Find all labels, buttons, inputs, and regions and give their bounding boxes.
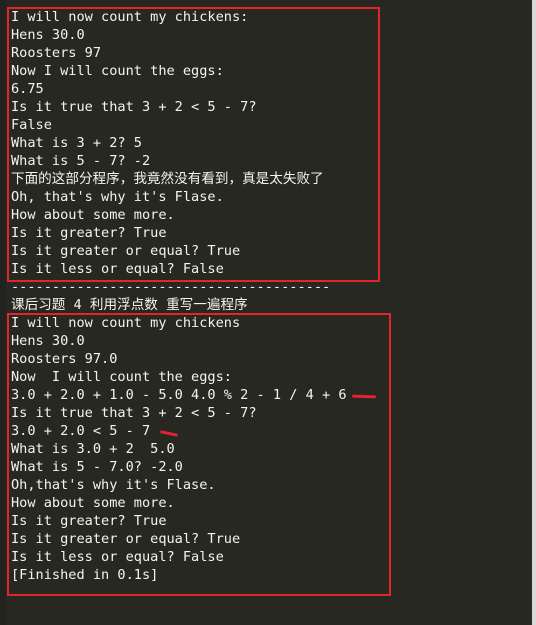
annotation-box-original-output (7, 7, 380, 282)
vertical-scrollbar[interactable] (532, 0, 536, 625)
console-gutter (0, 0, 6, 625)
console-output-panel: I will now count my chickens: Hens 30.0 Ro… (0, 0, 532, 625)
annotation-box-rewritten-output (7, 313, 391, 596)
console-line: 课后习题 4 利用浮点数 重写一遍程序 (11, 297, 248, 313)
